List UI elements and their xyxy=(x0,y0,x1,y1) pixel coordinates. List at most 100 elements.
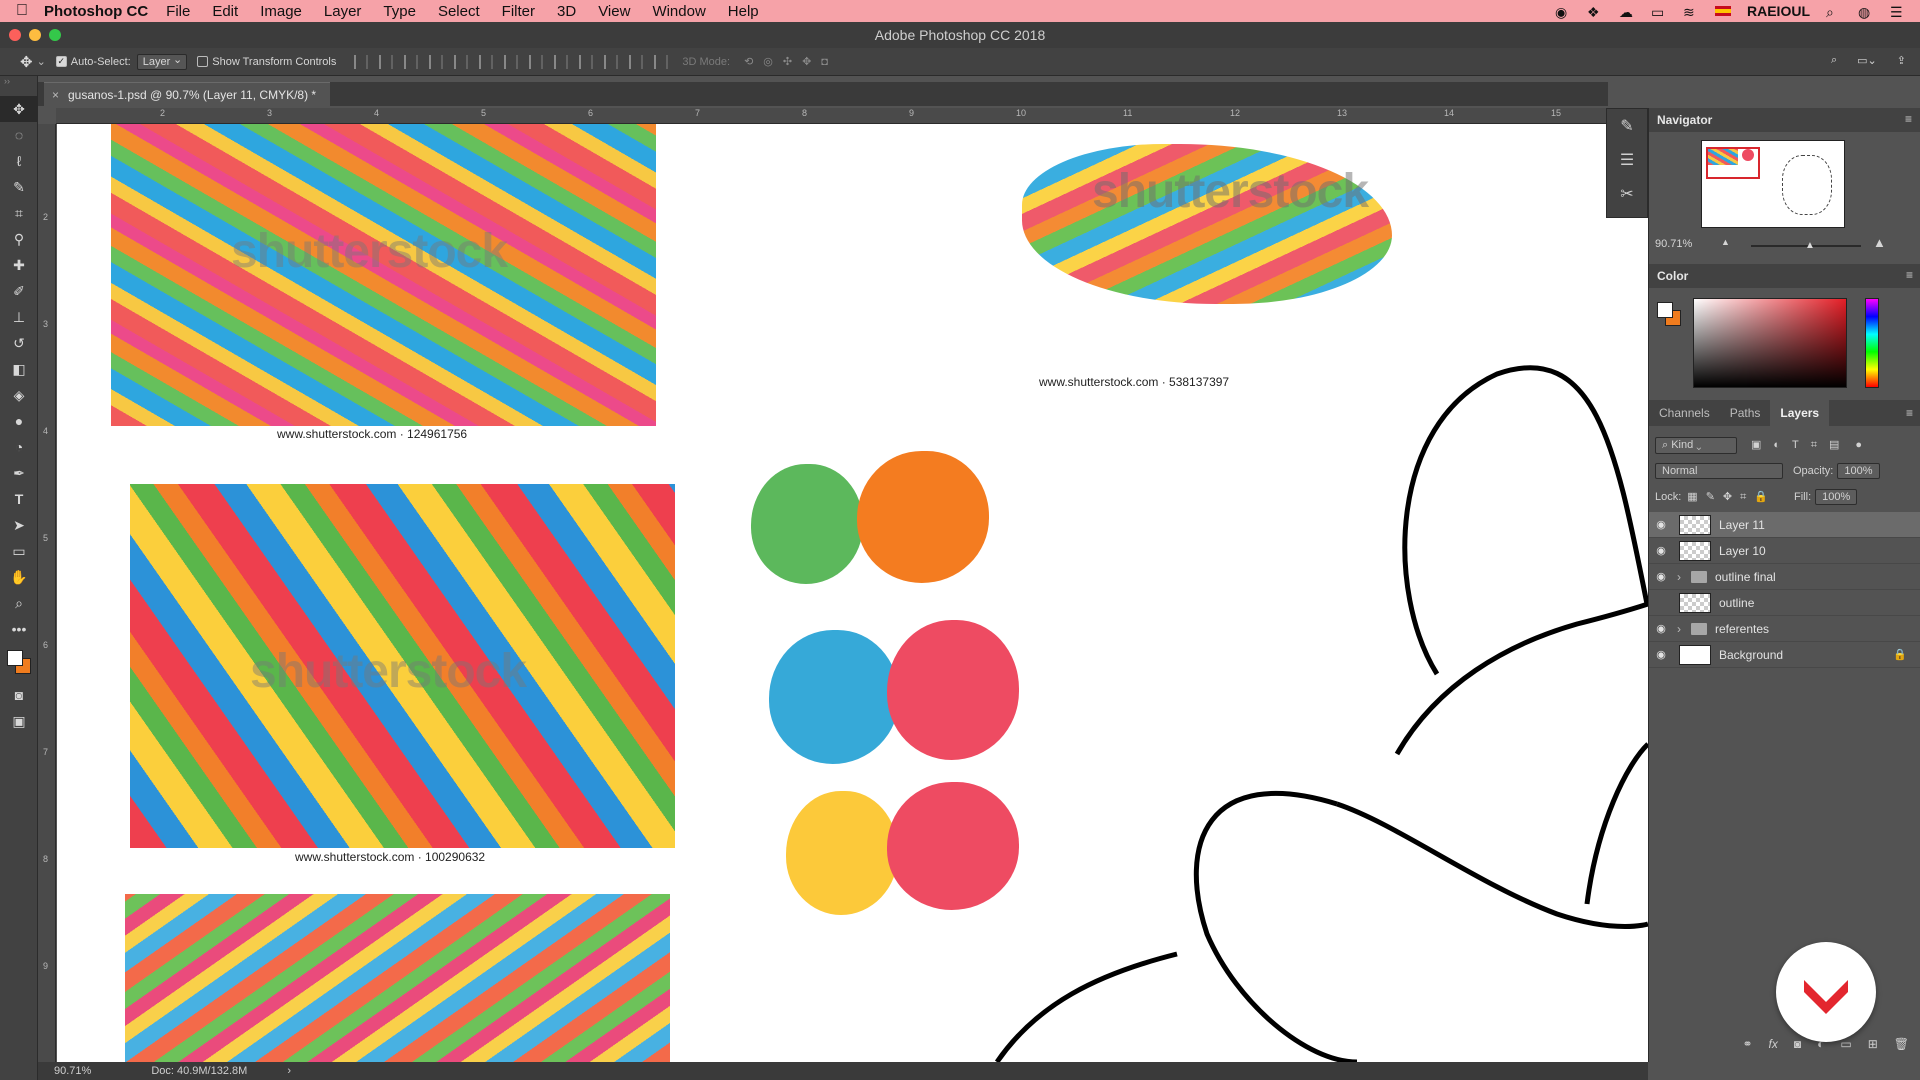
layer-row-referentes[interactable]: ◉ › referentes xyxy=(1649,616,1920,642)
hue-slider[interactable] xyxy=(1865,298,1879,388)
zoom-in-icon[interactable]: ▲ xyxy=(1873,235,1886,250)
slider-knob-icon[interactable]: ▲ xyxy=(1805,240,1815,251)
menu-app-name[interactable]: Photoshop CC xyxy=(44,3,148,20)
panel-menu-icon[interactable]: ≡ xyxy=(1906,400,1913,426)
visibility-eye-icon[interactable]: ◉ xyxy=(1649,596,1673,609)
search-icon[interactable]: ⌕ xyxy=(1826,4,1842,20)
navigator-thumbnail[interactable] xyxy=(1701,140,1845,228)
zoom-tool-icon[interactable]: ⌕ xyxy=(0,590,38,616)
move-tool-icon[interactable]: ✥ xyxy=(0,96,38,122)
pen-tool-icon[interactable]: ✒ xyxy=(0,460,38,486)
close-window-icon[interactable] xyxy=(9,29,21,41)
auto-align-icon[interactable] xyxy=(654,54,669,69)
marquee-tool-icon[interactable]: ◌ xyxy=(0,122,38,148)
status-doc-size[interactable]: Doc: 40.9M/132.8M xyxy=(151,1065,247,1077)
dropbox-icon[interactable]: ❖ xyxy=(1587,4,1603,20)
navigator-zoom-value[interactable]: 90.71% xyxy=(1655,238,1692,250)
screen-mode-icon[interactable]: ▣ xyxy=(0,708,38,734)
menu-select[interactable]: Select xyxy=(438,3,480,20)
record-icon[interactable]: ◉ xyxy=(1555,4,1571,20)
airplay-icon[interactable]: ▭ xyxy=(1651,4,1667,20)
foreground-color-swatch[interactable] xyxy=(7,650,23,666)
flag-icon[interactable] xyxy=(1715,6,1731,16)
layer-row-layer-10[interactable]: ◉ Layer 10 xyxy=(1649,538,1920,564)
auto-select-dropdown[interactable]: Layer xyxy=(136,53,188,70)
auto-select-checkbox[interactable]: ✓ xyxy=(55,56,67,67)
align-left-icon[interactable] xyxy=(429,54,444,69)
type-tool-icon[interactable]: T xyxy=(0,486,38,512)
history-brush-tool-icon[interactable]: ↺ xyxy=(0,330,38,356)
align-right-icon[interactable] xyxy=(479,54,494,69)
menu-window[interactable]: Window xyxy=(652,3,705,20)
hand-tool-icon[interactable]: ✋ xyxy=(0,564,38,590)
foreground-color-swatch[interactable] xyxy=(1657,302,1673,318)
delete-layer-icon[interactable]: 🗑 xyxy=(1894,1037,1909,1051)
filter-toggle-icon[interactable]: ● xyxy=(1855,439,1862,451)
menu-image[interactable]: Image xyxy=(260,3,302,20)
3d-mode-icons[interactable]: ⟲◎✣✥◘ xyxy=(744,55,838,68)
group-expand-icon[interactable]: › xyxy=(1677,622,1687,636)
clone-stamp-tool-icon[interactable]: ⊥ xyxy=(0,304,38,330)
align-vcenter-icon[interactable] xyxy=(379,54,394,69)
panel-menu-icon[interactable]: ≡ xyxy=(1905,112,1912,126)
path-selection-tool-icon[interactable]: ➤ xyxy=(0,512,38,538)
color-header[interactable]: Color ≡ xyxy=(1649,264,1920,288)
more-tools-icon[interactable]: ••• xyxy=(0,616,38,642)
menu-layer[interactable]: Layer xyxy=(324,3,362,20)
share-icon[interactable]: ⇪ xyxy=(1897,54,1906,67)
zoom-out-icon[interactable]: ▲ xyxy=(1721,237,1730,247)
lasso-tool-icon[interactable]: ℓ xyxy=(0,148,38,174)
layer-row-outline-final[interactable]: ◉ › outline final xyxy=(1649,564,1920,590)
visibility-eye-icon[interactable]: ◉ xyxy=(1649,622,1673,635)
fill-input[interactable]: 100% xyxy=(1815,489,1858,505)
brush-settings-icon[interactable]: ✎ xyxy=(1607,109,1647,143)
close-tab-icon[interactable]: × xyxy=(52,83,59,107)
distribute-right-icon[interactable] xyxy=(629,54,644,69)
adjustments-icon[interactable]: ☰ xyxy=(1607,143,1647,177)
align-top-icon[interactable] xyxy=(354,54,369,69)
status-arrow-icon[interactable]: › xyxy=(287,1065,291,1077)
healing-brush-tool-icon[interactable]: ✚ xyxy=(0,252,38,278)
tab-channels[interactable]: Channels xyxy=(1649,400,1720,426)
minimize-window-icon[interactable] xyxy=(29,29,41,41)
panel-menu-icon[interactable]: ≡ xyxy=(1906,268,1913,282)
layer-row-layer-11[interactable]: ◉ Layer 11 xyxy=(1649,512,1920,538)
layer-row-outline[interactable]: ◉ outline xyxy=(1649,590,1920,616)
navigator-view-box[interactable] xyxy=(1706,147,1760,179)
align-hcenter-icon[interactable] xyxy=(454,54,469,69)
tab-layers[interactable]: Layers xyxy=(1770,400,1830,426)
menu-view[interactable]: View xyxy=(598,3,630,20)
menu-edit[interactable]: Edit xyxy=(212,3,238,20)
menu-help[interactable]: Help xyxy=(728,3,759,20)
rectangle-tool-icon[interactable]: ▭ xyxy=(0,538,38,564)
link-layers-icon[interactable]: ⚭ xyxy=(1742,1037,1752,1051)
opacity-input[interactable]: 100% xyxy=(1837,463,1880,479)
align-bottom-icon[interactable] xyxy=(404,54,419,69)
search-icon[interactable]: ⌕ xyxy=(1831,54,1837,67)
visibility-eye-icon[interactable]: ◉ xyxy=(1649,648,1673,661)
blur-tool-icon[interactable]: ● xyxy=(0,408,38,434)
siri-icon[interactable]: ◍ xyxy=(1858,4,1874,20)
quick-mask-icon[interactable]: ◙ xyxy=(0,682,38,708)
layer-kind-filter[interactable]: ⌕ Kind ⌄ xyxy=(1655,436,1737,454)
distribute-top-icon[interactable] xyxy=(504,54,519,69)
menu-file[interactable]: File xyxy=(166,3,190,20)
eyedropper-tool-icon[interactable]: ⚲ xyxy=(0,226,38,252)
wifi-icon[interactable]: ≋ xyxy=(1683,4,1699,20)
distribute-bottom-icon[interactable] xyxy=(554,54,569,69)
transform-controls-checkbox[interactable] xyxy=(197,56,209,67)
document-canvas[interactable]: shutterstock www.shutterstock.com · 1249… xyxy=(57,124,1648,1062)
notification-center-icon[interactable]: ☰ xyxy=(1890,4,1906,20)
menubar-user[interactable]: RAEIOUL xyxy=(1747,3,1810,19)
tool-preset-chevron-icon[interactable]: ⌄ xyxy=(37,55,46,68)
color-picker-field[interactable] xyxy=(1693,298,1847,388)
menu-3d[interactable]: 3D xyxy=(557,3,576,20)
quick-select-tool-icon[interactable]: ✎ xyxy=(0,174,38,200)
filter-type-icons[interactable]: ▣◐T⌗▤ xyxy=(1751,438,1851,452)
blend-mode-dropdown[interactable]: Normal xyxy=(1655,463,1783,479)
distribute-hcenter-icon[interactable] xyxy=(604,54,619,69)
menu-type[interactable]: Type xyxy=(383,3,416,20)
visibility-eye-icon[interactable]: ◉ xyxy=(1649,570,1673,583)
distribute-vcenter-icon[interactable] xyxy=(529,54,544,69)
distribute-left-icon[interactable] xyxy=(579,54,594,69)
